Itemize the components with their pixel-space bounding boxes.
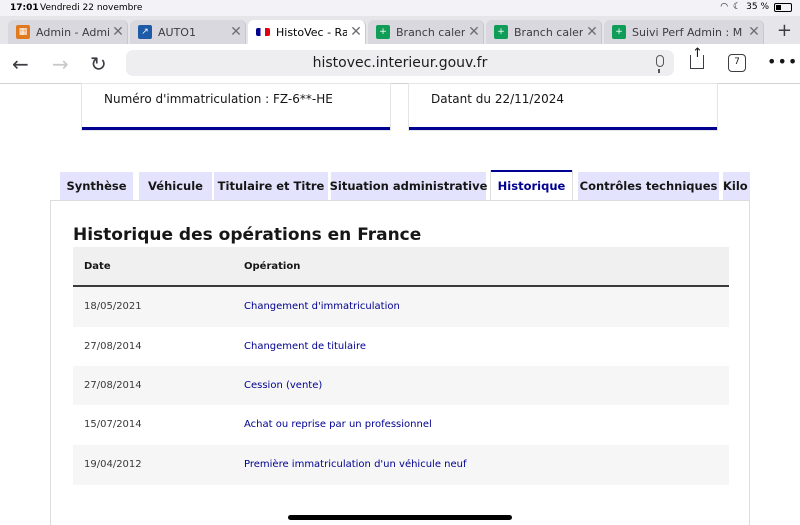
url-text: histovec.interieur.gouv.fr xyxy=(312,55,488,71)
status-time: 17:01 xyxy=(10,3,39,13)
close-tab-icon[interactable]: ✕ xyxy=(347,24,365,40)
row-operation: Changement de titulaire xyxy=(244,341,366,352)
history-panel: Historique des opérations en France Date… xyxy=(50,200,750,525)
status-date: Vendredi 22 novembre xyxy=(40,3,143,13)
row-date: 19/04/2012 xyxy=(84,459,142,470)
history-table-header: Date Opération xyxy=(73,247,729,287)
france-flag-favicon-icon xyxy=(256,28,270,36)
sheets-favicon-icon: + xyxy=(376,25,390,39)
browser-tab[interactable]: + Branch calenda ✕ xyxy=(368,20,484,44)
browser-tab[interactable]: + Branch calenda ✕ xyxy=(486,20,602,44)
back-arrow-icon[interactable]: ← xyxy=(12,52,29,76)
browser-tab[interactable]: + Suivi Perf Admin : M ✕ xyxy=(604,20,764,44)
browser-toolbar: ← → ↻ histovec.interieur.gouv.fr 7 ••• xyxy=(0,44,800,84)
sheets-favicon-icon: + xyxy=(612,25,626,39)
browser-tab-title: Branch calenda xyxy=(396,25,465,39)
tab-vehicule[interactable]: Véhicule xyxy=(139,172,212,200)
table-row: 27/08/2014 Cession (vente) xyxy=(73,366,729,406)
report-date-card: Datant du 22/11/2024 xyxy=(409,84,717,130)
new-tab-button[interactable]: + xyxy=(777,20,792,41)
address-bar[interactable]: histovec.interieur.gouv.fr xyxy=(126,50,674,76)
history-title: Historique des opérations en France xyxy=(73,225,422,245)
table-row: 27/08/2014 Changement de titulaire xyxy=(73,327,729,367)
row-date: 18/05/2021 xyxy=(84,301,142,312)
browser-tab-title: Suivi Perf Admin : M xyxy=(632,25,743,39)
grid-favicon-icon: ▦ xyxy=(16,25,30,39)
browser-tab-title: AUTO1 xyxy=(158,25,196,39)
wifi-icon: ◠ xyxy=(720,2,729,12)
browser-tab-strip: ▦ Admin - Admin ✕ ↗ AUTO1 ✕ HistoVec - R… xyxy=(0,16,800,44)
tab-kilometrage[interactable]: Kilo xyxy=(723,172,750,200)
close-tab-icon[interactable]: ✕ xyxy=(745,24,763,40)
table-row: 19/04/2012 Première immatriculation d'un… xyxy=(73,445,729,485)
report-date-text: Datant du 22/11/2024 xyxy=(431,92,564,106)
browser-tab-title: Branch calenda xyxy=(514,25,583,39)
row-date: 15/07/2014 xyxy=(84,419,142,430)
close-tab-icon[interactable]: ✕ xyxy=(465,24,483,40)
tab-controles-techniques[interactable]: Contrôles techniques xyxy=(578,172,719,200)
battery-icon xyxy=(774,2,792,12)
home-indicator[interactable] xyxy=(288,515,512,520)
reload-icon[interactable]: ↻ xyxy=(90,52,107,76)
tab-situation-administrative[interactable]: Situation administrative xyxy=(330,172,487,200)
close-tab-icon[interactable]: ✕ xyxy=(583,24,601,40)
browser-tab-title: HistoVec - Rap xyxy=(276,25,347,39)
table-row: 18/05/2021 Changement d'immatriculation xyxy=(73,287,729,327)
plate-number-text: Numéro d'immatriculation : FZ-6**-HE xyxy=(104,92,333,106)
forward-arrow-icon[interactable]: → xyxy=(52,52,69,76)
row-operation: Changement d'immatriculation xyxy=(244,301,400,312)
tab-count-button[interactable]: 7 xyxy=(728,54,746,72)
battery-percent: 35 % xyxy=(746,2,769,12)
row-operation: Achat ou reprise par un professionnel xyxy=(244,419,432,430)
browser-tab[interactable]: ↗ AUTO1 ✕ xyxy=(130,20,246,44)
status-indicators: ◠ ☾ 35 % xyxy=(720,2,792,12)
auto1-favicon-icon: ↗ xyxy=(138,25,152,39)
close-tab-icon[interactable]: ✕ xyxy=(227,24,245,40)
tab-historique[interactable]: Historique xyxy=(491,170,572,200)
row-date: 27/08/2014 xyxy=(84,341,142,352)
sheets-favicon-icon: + xyxy=(494,25,508,39)
browser-tab-active[interactable]: HistoVec - Rap ✕ xyxy=(248,20,366,44)
table-row: 15/07/2014 Achat ou reprise par un profe… xyxy=(73,405,729,445)
status-bar: 17:01 Vendredi 22 novembre ◠ ☾ 35 % xyxy=(0,0,800,16)
row-date: 27/08/2014 xyxy=(84,380,142,391)
plate-card: Numéro d'immatriculation : FZ-6**-HE xyxy=(82,84,390,130)
microphone-icon[interactable] xyxy=(656,55,664,73)
more-options-icon[interactable]: ••• xyxy=(767,52,798,71)
row-operation: Première immatriculation d'un véhicule n… xyxy=(244,459,467,470)
column-header-operation: Opération xyxy=(244,261,301,272)
browser-tab[interactable]: ▦ Admin - Admin ✕ xyxy=(8,20,128,44)
tab-synthese[interactable]: Synthèse xyxy=(60,172,133,200)
moon-icon: ☾ xyxy=(733,2,742,12)
row-operation: Cession (vente) xyxy=(244,380,323,391)
column-header-date: Date xyxy=(84,261,111,272)
share-icon[interactable] xyxy=(690,46,704,69)
tab-titulaire[interactable]: Titulaire et Titre xyxy=(214,172,328,200)
close-tab-icon[interactable]: ✕ xyxy=(109,24,127,40)
browser-tab-title: Admin - Admin xyxy=(36,25,109,39)
